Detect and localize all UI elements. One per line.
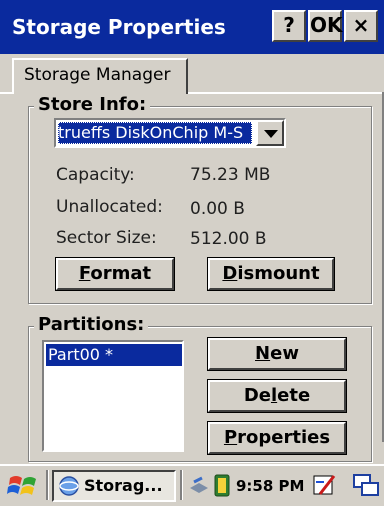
sector-size-label: Sector Size:: [56, 228, 157, 248]
desktop-icon[interactable]: [352, 472, 380, 498]
chevron-down-icon: [264, 130, 278, 138]
unallocated-value: 0.00 B: [190, 199, 245, 219]
properties-button[interactable]: Properties: [208, 422, 346, 454]
app-globe-icon: [58, 475, 80, 497]
store-info-legend: Store Info:: [34, 94, 151, 116]
sector-size-value: 512.00 B: [190, 229, 267, 249]
new-button[interactable]: New: [208, 338, 346, 370]
tab-storage-manager[interactable]: Storage Manager: [12, 58, 188, 94]
partitions-list[interactable]: Part00 *: [42, 340, 184, 452]
task-button-storage[interactable]: Storag...: [52, 470, 176, 502]
dropdown-arrow-button[interactable]: [256, 120, 284, 146]
ok-button[interactable]: OK: [308, 10, 343, 42]
store-select[interactable]: trueffs DiskOnChip M-S: [54, 118, 286, 148]
partition-item[interactable]: Part00 *: [46, 344, 182, 366]
unallocated-label: Unallocated:: [56, 197, 163, 217]
taskbar-separator: [46, 470, 48, 500]
battery-icon[interactable]: [212, 472, 232, 498]
start-flag-icon[interactable]: [6, 472, 40, 500]
store-select-value: trueffs DiskOnChip M-S: [58, 122, 252, 144]
delete-button[interactable]: Delete: [208, 380, 346, 412]
dismount-button[interactable]: Dismount: [208, 258, 334, 290]
partitions-legend: Partitions:: [34, 314, 149, 336]
capacity-value: 75.23 MB: [190, 165, 271, 185]
window-title: Storage Properties: [12, 15, 226, 39]
input-panel-icon[interactable]: [312, 472, 338, 498]
clock[interactable]: 9:58 PM: [236, 476, 304, 496]
network-icon[interactable]: [188, 474, 210, 498]
format-button[interactable]: Format: [56, 258, 174, 290]
close-button[interactable]: ×: [344, 10, 378, 42]
capacity-label: Capacity:: [56, 165, 135, 185]
taskbar-separator: [180, 470, 182, 500]
help-button[interactable]: ?: [272, 10, 306, 42]
task-button-label: Storag...: [84, 476, 163, 495]
